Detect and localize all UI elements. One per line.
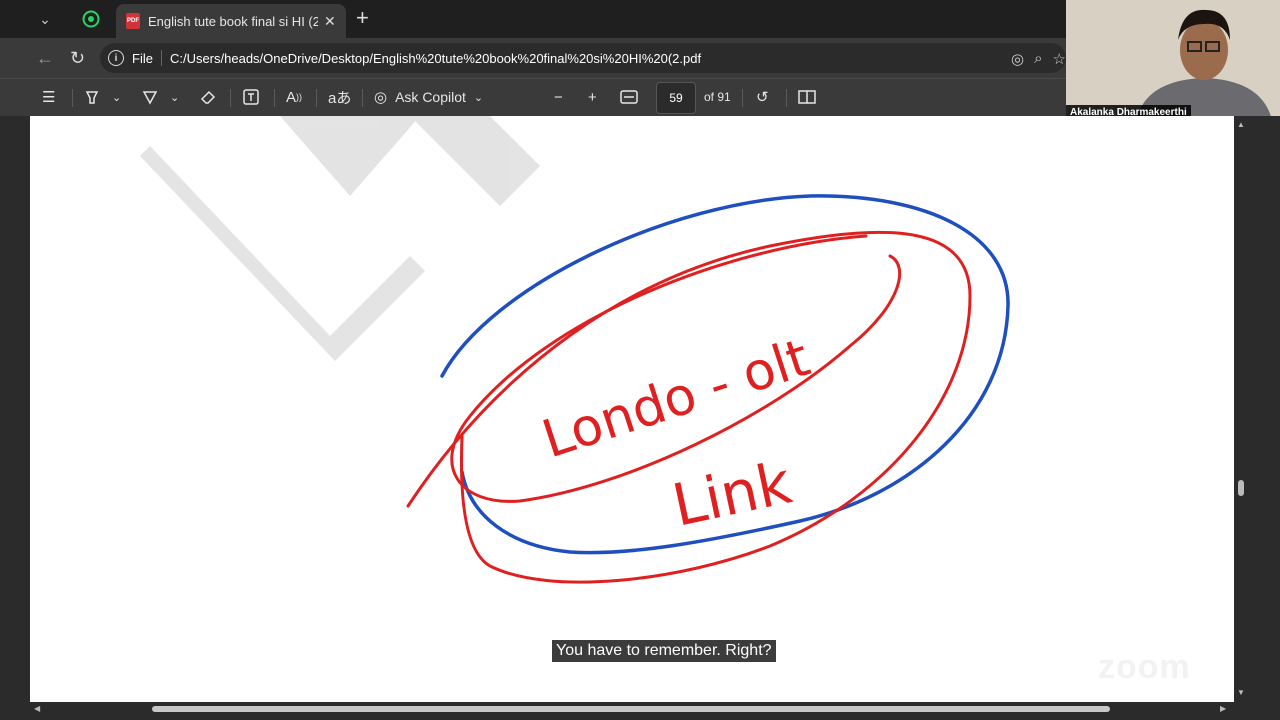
page-drawing: Londo - olt Link	[140, 116, 1010, 584]
toolbar-divider	[742, 89, 743, 107]
back-arrow-icon[interactable]: ←	[36, 48, 54, 69]
pdf-viewport[interactable]: Londo - olt Link You have to remember. R…	[0, 116, 1280, 720]
pdf-page: Londo - olt Link You have to remember. R…	[30, 116, 1234, 702]
close-tab-icon[interactable]: ✕	[324, 13, 336, 30]
scroll-right-icon[interactable]: ▶	[1220, 704, 1226, 713]
scroll-left-icon[interactable]: ◀	[34, 704, 40, 713]
url-text: C:/Users/heads/OneDrive/Desktop/English%…	[169, 50, 702, 66]
live-caption: You have to remember. Right?	[552, 640, 776, 662]
copilot-icon: ◎	[374, 89, 388, 106]
page-total-label: of 91	[704, 90, 731, 104]
zoom-out-icon[interactable]: −	[554, 87, 563, 107]
pdf-file-icon: PDF	[126, 13, 140, 29]
copilot-chevron-icon: ⌄	[473, 91, 484, 104]
horizontal-scrollbar[interactable]: ◀ ▶	[30, 704, 1234, 714]
toolbar-divider	[362, 89, 363, 107]
scroll-up-icon[interactable]: ▲	[1237, 120, 1245, 129]
address-bar: ← ↻ i File C:/Users/heads/OneDrive/Deskt…	[0, 38, 1066, 78]
toolbar-divider	[230, 89, 231, 107]
highlight-options-chevron-icon[interactable]: ⌄	[112, 87, 121, 107]
url-scheme-label: File	[132, 50, 153, 66]
background-watermark	[140, 116, 540, 361]
vertical-scroll-thumb[interactable]	[1238, 480, 1244, 496]
copilot-icon[interactable]: ◎	[1011, 50, 1024, 68]
zoom-icon[interactable]: ⌕	[1034, 50, 1042, 68]
participant-video: Akalanka Dharmakeerthi	[1066, 0, 1280, 120]
ask-copilot-label: Ask Copilot	[395, 89, 466, 105]
zoom-in-icon[interactable]: +	[588, 87, 597, 107]
page-number-input[interactable]: 59	[656, 82, 696, 114]
tab-list-chevron-icon[interactable]: ⌄	[32, 7, 58, 31]
rotate-icon[interactable]: ↺	[756, 87, 769, 107]
toolbar-divider	[786, 89, 787, 107]
tab-bar: ⌄ PDF English tute book final si HI (2.p…	[0, 0, 1066, 38]
draw-options-chevron-icon[interactable]: ⌄	[170, 87, 179, 107]
horizontal-scroll-thumb[interactable]	[152, 706, 1110, 712]
tab-title: English tute book final si HI (2.pdf	[148, 13, 318, 29]
fit-to-width-icon[interactable]	[620, 87, 638, 107]
translate-icon[interactable]: aあ	[328, 87, 351, 107]
scroll-down-icon[interactable]: ▼	[1237, 688, 1245, 697]
toolbar-divider	[316, 89, 317, 107]
ask-copilot-button[interactable]: ◎ Ask Copilot ⌄	[374, 87, 483, 107]
toolbar-divider	[274, 89, 275, 107]
url-field[interactable]: i File C:/Users/heads/OneDrive/Desktop/E…	[100, 43, 1066, 73]
url-divider	[160, 50, 162, 66]
highlight-icon[interactable]	[84, 87, 100, 107]
tab-pdf-document[interactable]: PDF English tute book final si HI (2.pdf…	[116, 4, 346, 38]
toolbar-divider	[72, 89, 73, 107]
handwriting-line1: Londo - olt	[535, 328, 816, 470]
new-tab-icon[interactable]: +	[356, 7, 369, 29]
draw-icon[interactable]	[142, 87, 158, 107]
reload-icon[interactable]: ↻	[70, 48, 85, 69]
add-text-icon[interactable]	[242, 87, 260, 107]
participant-silhouette	[1066, 0, 1280, 120]
pdf-toolbar: ☰ ⌄ ⌄ A)) aあ ◎ Ask Copilot ⌄ − + 59 of 9…	[0, 78, 1066, 117]
favorite-star-icon[interactable]: ☆	[1053, 50, 1066, 68]
zoom-watermark: zoom	[1098, 648, 1191, 686]
site-info-icon[interactable]: i	[108, 50, 124, 66]
eraser-icon[interactable]	[200, 87, 216, 107]
page-view-icon[interactable]	[798, 87, 816, 107]
vertical-scrollbar[interactable]: ▲ ▼	[1236, 116, 1246, 702]
read-aloud-icon[interactable]: A))	[286, 87, 302, 107]
contents-list-icon[interactable]: ☰	[42, 87, 55, 107]
whatsapp-icon[interactable]	[78, 7, 104, 31]
